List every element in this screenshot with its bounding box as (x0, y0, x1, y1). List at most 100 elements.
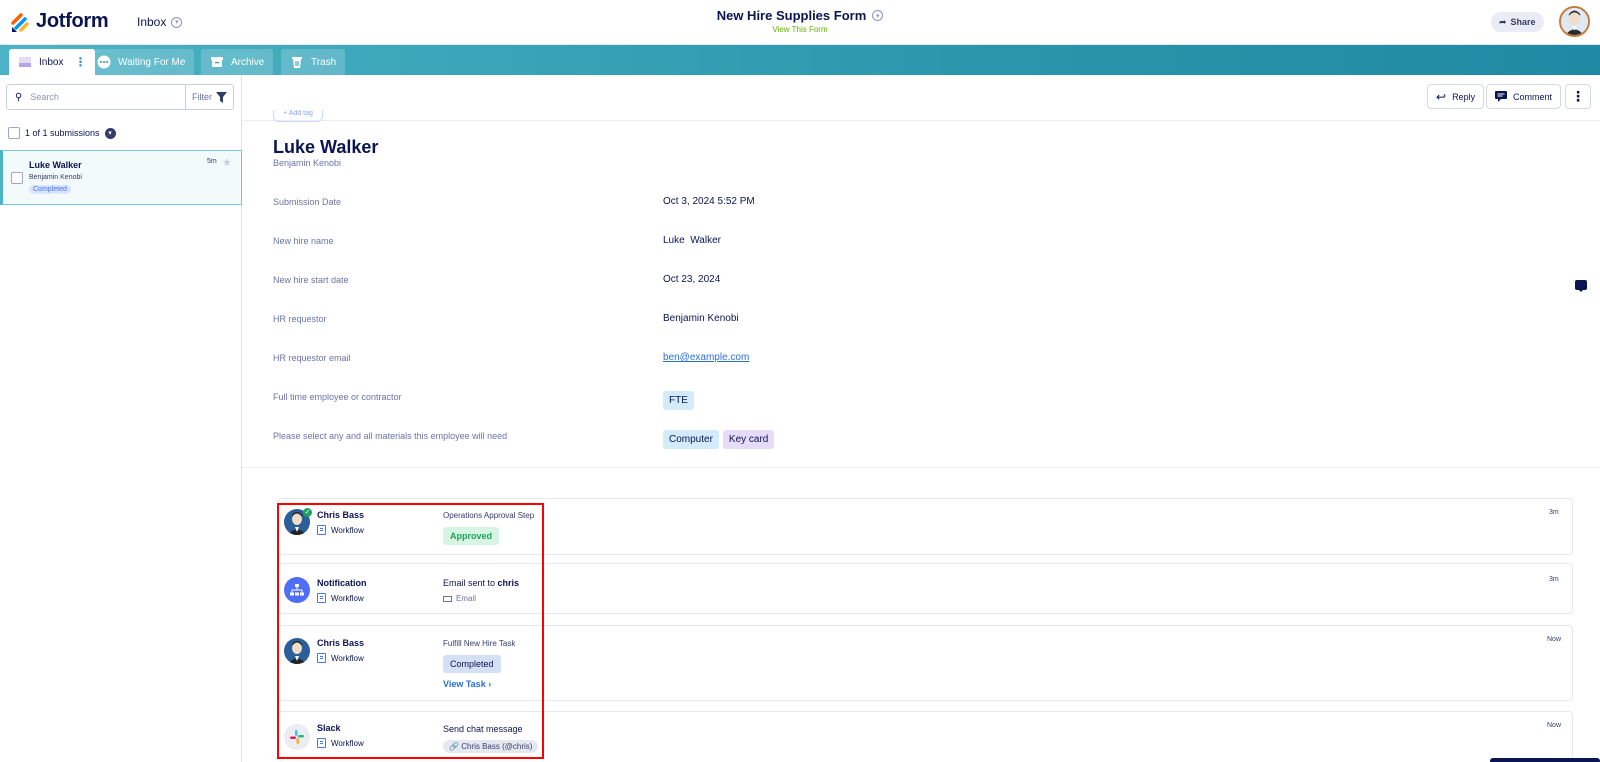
tab-archive-label: Archive (231, 56, 265, 68)
timeline-actor: Chris Bass (317, 638, 365, 648)
trash-icon (292, 57, 302, 68)
email-recipient: chris (497, 578, 520, 588)
chris-avatar-icon (284, 638, 310, 664)
share-icon: ➦ (1499, 16, 1507, 27)
field-value-hr-requestor: Benjamin Kenobi (663, 313, 739, 324)
timeline-actor: Notification (317, 578, 367, 588)
timeline-entry: Chris Bass Workflow Fulfill New Hire Tas… (278, 625, 1573, 701)
submission-list-item[interactable]: Luke Walker Benjamin Kenobi Completed 5m… (0, 150, 242, 205)
email-link[interactable]: ben@example.com (663, 352, 749, 363)
timeline-time: Now (1547, 722, 1562, 729)
tab-bar: Inbox ⋮ Waiting For Me Archive Trash (0, 45, 1600, 75)
chevron-down-icon: ▾ (872, 10, 884, 21)
workflow-icon (317, 593, 326, 603)
search-input[interactable] (30, 92, 185, 102)
form-title[interactable]: New Hire Supplies Form ▾ (717, 8, 884, 23)
timeline-time: 3m (1549, 576, 1559, 583)
timeline-source-label: Workflow (331, 738, 364, 748)
timeline-step: Operations Approval Step (443, 511, 535, 520)
user-avatar[interactable] (1559, 6, 1590, 37)
top-header: Jotform Inbox ▾ New Hire Supplies Form ▾… (0, 0, 1600, 45)
submission-name: Luke Walker (29, 160, 82, 170)
field-label-submission-date: Submission Date (273, 197, 342, 207)
timeline-entry: Slack Workflow Send chat message 🔗 Chris… (278, 711, 1573, 762)
tab-waiting-for-me[interactable]: Waiting For Me (88, 49, 195, 75)
field-value-hr-email: ben@example.com (663, 352, 749, 363)
field-label-hr-email: HR requestor email (273, 353, 351, 363)
toolbar-divider (242, 120, 1600, 121)
filter-label: Filter (192, 92, 212, 102)
field-label-start-date: New hire start date (273, 275, 349, 285)
avatar (284, 638, 310, 664)
completed-badge: Completed (443, 655, 501, 673)
timeline-source: Workflow (317, 738, 364, 748)
timeline-entry: Notification Workflow Email sent to chri… (278, 563, 1573, 614)
view-task-link[interactable]: View Task › (443, 679, 491, 689)
floating-bar-edge (1490, 758, 1600, 762)
timeline-time: 3m (1549, 509, 1559, 516)
reply-label: Reply (1452, 91, 1476, 102)
reply-icon: ↩ (1436, 89, 1447, 104)
timeline-source: Workflow (317, 593, 364, 603)
timeline-entry: ✓ Chris Bass Workflow Operations Approva… (278, 498, 1573, 555)
tab-archive[interactable]: Archive (201, 49, 274, 75)
comment-label: Comment (1513, 91, 1553, 102)
comment-button[interactable]: Comment (1486, 84, 1562, 109)
chevron-down-icon[interactable]: ▾ (104, 127, 116, 139)
field-label-hr-requestor: HR requestor (273, 314, 327, 324)
add-tag-button[interactable]: + Add tag (273, 110, 323, 122)
timeline-description: Send chat message (443, 724, 523, 734)
form-title-text: New Hire Supplies Form (716, 8, 867, 23)
tab-trash[interactable]: Trash (281, 49, 346, 75)
field-value-submission-date: Oct 3, 2024 5:52 PM (663, 196, 755, 207)
choice-chip: FTE (663, 391, 694, 410)
tab-inbox-label: Inbox (39, 56, 64, 68)
avatar (284, 577, 310, 603)
submission-requester: Benjamin Kenobi (29, 174, 82, 181)
email-channel: Email (443, 594, 476, 603)
avatar (284, 724, 310, 750)
filter-button[interactable]: Filter (185, 85, 233, 109)
choice-chip: Computer (663, 430, 719, 449)
star-icon[interactable]: ★ (222, 156, 232, 169)
field-label-materials: Please select any and all materials this… (273, 431, 508, 441)
slack-recipient: Chris Bass (@chris) (461, 742, 533, 751)
timeline-source-label: Workflow (331, 593, 364, 603)
submission-checkbox[interactable] (11, 172, 23, 184)
slack-recipient-chip: 🔗 Chris Bass (@chris) (443, 740, 539, 753)
tab-waiting-label: Waiting For Me (118, 56, 186, 68)
timeline-source-label: Workflow (331, 525, 364, 535)
avatar-portrait-icon (1561, 8, 1588, 35)
archive-icon (211, 57, 223, 67)
select-all-checkbox[interactable] (8, 127, 20, 139)
timeline-actor: Chris Bass (317, 510, 365, 520)
workflow-icon (317, 738, 326, 748)
tab-inbox[interactable]: Inbox ⋮ (9, 49, 96, 75)
notification-icon (290, 584, 304, 596)
search-icon: ⚲ (15, 91, 23, 103)
status-badge: Completed (29, 185, 71, 194)
reply-button[interactable]: ↩ Reply (1427, 84, 1485, 109)
field-label-employment-type: Full time employee or contractor (273, 392, 402, 402)
timeline-source: Workflow (317, 525, 364, 535)
timeline-actor: Slack (317, 723, 341, 733)
tab-options-icon[interactable]: ⋮ (74, 55, 86, 69)
search-box: ⚲ Filter (6, 84, 234, 110)
workflow-icon (317, 525, 326, 535)
field-value-materials: Computer Key card (663, 430, 778, 449)
comment-icon (1495, 91, 1507, 102)
select-all-row: 1 of 1 submissions ▾ (8, 127, 116, 139)
tab-trash-label: Trash (311, 56, 337, 68)
inbox-icon (19, 57, 31, 67)
timeline-description: Email sent to chris (443, 578, 519, 588)
more-options-button[interactable]: ⋮ (1565, 84, 1591, 109)
mail-icon (443, 595, 452, 602)
chat-icon[interactable] (1575, 280, 1587, 292)
field-value-new-hire-name: Luke Walker (663, 235, 721, 246)
view-form-link[interactable]: View This Form (0, 25, 1600, 34)
submission-time: 5m (207, 158, 217, 165)
share-button[interactable]: ➦ Share (1491, 12, 1544, 32)
submission-title: Luke Walker (273, 137, 379, 157)
field-label-new-hire-name: New hire name (273, 236, 334, 246)
check-badge-icon: ✓ (303, 508, 312, 517)
